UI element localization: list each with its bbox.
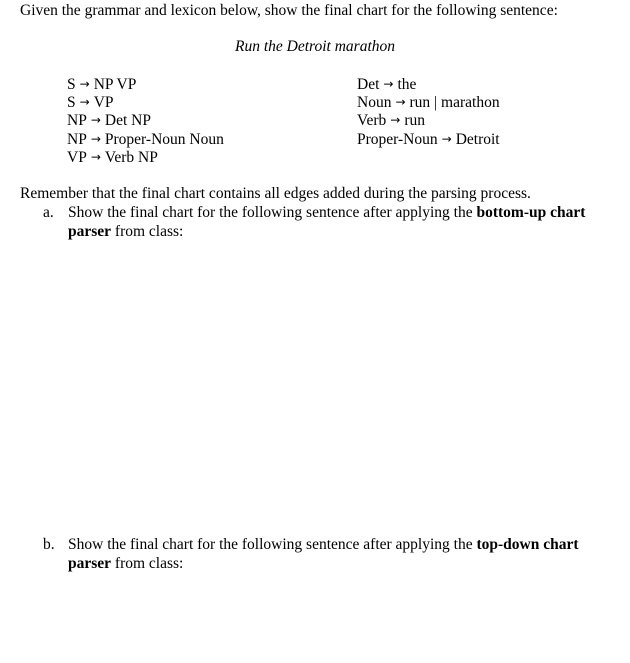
arrow-icon: → — [441, 131, 452, 146]
question-bold-text: top-down chart — [476, 536, 579, 553]
grammar-rule: S → NP VP — [67, 76, 224, 94]
rule-rhs: Det NP — [104, 112, 151, 130]
rule-lhs: Verb — [357, 112, 387, 130]
grammar-rule: VP → Verb NP — [67, 149, 224, 167]
rule-rhs: Proper-Noun Noun — [104, 130, 224, 148]
lexicon-rule: Proper-Noun → Detroit — [357, 131, 500, 149]
reminder-text: Remember that the final chart contains a… — [20, 185, 531, 202]
rule-lhs: S — [67, 76, 76, 93]
question-bold-text: parser — [68, 222, 112, 240]
rule-lhs: Proper-Noun — [357, 130, 438, 148]
lexicon-rule: Det → the — [357, 76, 500, 94]
rule-lhs: Noun — [357, 94, 392, 112]
rule-rhs: run | marathon — [409, 94, 500, 112]
arrow-icon: → — [390, 113, 401, 128]
question-text: Show the final chart for the following s… — [68, 536, 477, 553]
question-bold-text: bottom-up chart — [476, 204, 586, 221]
question-b: b. Show the final chart for the following… — [43, 536, 613, 573]
example-sentence: Run the Detroit marathon — [234, 38, 395, 55]
rule-rhs: the — [397, 76, 417, 93]
rule-lhs: S — [67, 94, 76, 112]
grammar-rule: NP → Det NP — [67, 112, 224, 130]
question-letter: a. — [43, 204, 54, 221]
grammar-rules: S → NP VP S → VP NP → Det NP NP → Proper-Noun No… — [67, 76, 224, 167]
grammar-rule: S → VP — [67, 94, 224, 112]
intro-text: Given the grammar and lexicon below, sho… — [20, 2, 558, 19]
lexicon-rule: Noun → run | marathon — [357, 94, 500, 112]
question-bold-text: parser — [68, 554, 112, 572]
rule-lhs: NP — [67, 130, 87, 148]
lexicon-rule: Verb → run — [357, 112, 500, 130]
arrow-icon: → — [79, 77, 90, 91]
question-a: a. Show the final chart for the following… — [43, 204, 613, 241]
rule-rhs: VP — [93, 94, 114, 112]
rule-lhs: Det — [357, 76, 380, 93]
arrow-icon: → — [90, 131, 101, 146]
question-letter: b. — [43, 536, 55, 553]
rule-rhs: NP VP — [93, 76, 137, 93]
rule-lhs: NP — [67, 112, 87, 130]
rule-lhs: VP — [67, 148, 87, 166]
question-text: from class: — [111, 554, 184, 572]
rule-rhs: run — [404, 112, 426, 130]
rule-rhs: Verb NP — [104, 148, 158, 166]
grammar-rule: NP → Proper-Noun Noun — [67, 131, 224, 149]
arrow-icon: → — [79, 95, 90, 110]
arrow-icon: → — [383, 77, 394, 91]
question-text: Show the final chart for the following s… — [68, 204, 477, 221]
lexicon-rules: Det → the Noun → run | marathon Verb → run Pro… — [357, 76, 500, 149]
question-text: from class: — [111, 222, 184, 240]
rule-rhs: Detroit — [455, 130, 500, 148]
arrow-icon: → — [395, 95, 406, 110]
arrow-icon: → — [90, 149, 101, 164]
arrow-icon: → — [90, 113, 101, 128]
